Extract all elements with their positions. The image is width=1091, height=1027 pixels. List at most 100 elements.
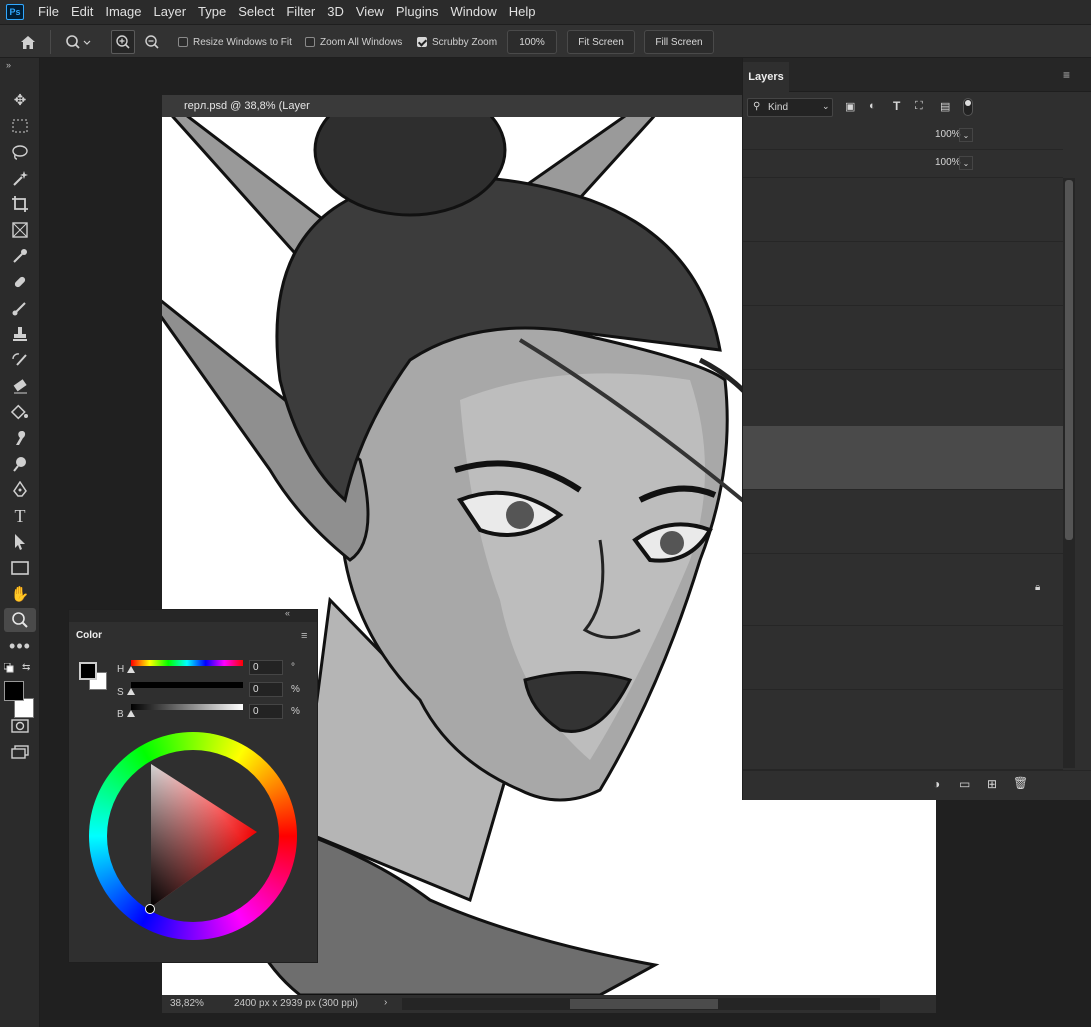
saturation-brightness-triangle[interactable] (149, 762, 259, 912)
brightness-value-field[interactable]: 0 (249, 704, 283, 719)
layer-filter-kind-select[interactable]: ⚲ Kind ⌄ (747, 98, 833, 117)
default-colors-icon[interactable] (3, 662, 14, 673)
layer-row-background[interactable]: 🔒︎ (743, 554, 1063, 626)
scrubby-zoom-checkbox[interactable]: Scrubby Zoom (417, 25, 497, 59)
zoom-percent-field[interactable]: 100% (507, 30, 557, 54)
menu-plugins[interactable]: Plugins (390, 0, 445, 24)
pixel-filter-icon[interactable]: ▣ (845, 100, 855, 113)
fit-screen-button[interactable]: Fit Screen (567, 30, 635, 54)
filter-toggle[interactable] (963, 98, 973, 116)
layer-row[interactable] (743, 178, 1063, 242)
foreground-color-swatch[interactable] (4, 681, 24, 701)
layer-row[interactable] (743, 306, 1063, 370)
smart-object-filter-icon[interactable]: ▤ (940, 100, 950, 113)
menu-help[interactable]: Help (503, 0, 542, 24)
eyedropper-tool-icon[interactable] (4, 244, 36, 268)
scrollbar-thumb[interactable] (1065, 180, 1073, 540)
brightness-slider-thumb[interactable] (127, 710, 135, 717)
crop-tool-icon[interactable] (4, 192, 36, 216)
hue-value-field[interactable]: 0 (249, 660, 283, 675)
fill-value[interactable]: 100% (935, 157, 961, 168)
layer-row[interactable] (743, 690, 1063, 770)
rectangle-tool-icon[interactable] (4, 556, 36, 580)
document-tab[interactable]: repл.psd @ 38,8% (Layer (162, 95, 742, 117)
brightness-slider[interactable] (131, 704, 243, 710)
home-icon[interactable] (12, 25, 44, 59)
panel-menu-icon[interactable]: ≡ (301, 630, 307, 642)
dodge-tool-icon[interactable] (4, 452, 36, 476)
zoom-all-windows-checkbox[interactable]: Zoom All Windows (305, 25, 402, 59)
tab-color[interactable]: Color (69, 622, 109, 648)
zoom-tool-icon[interactable] (4, 608, 36, 632)
menu-edit[interactable]: Edit (65, 0, 99, 24)
menu-window[interactable]: Window (444, 0, 502, 24)
new-group-icon[interactable]: ▭ (959, 777, 970, 791)
zoom-out-icon[interactable] (140, 25, 164, 59)
history-brush-tool-icon[interactable] (4, 348, 36, 372)
type-tool-icon[interactable]: T (4, 504, 36, 528)
menu-file[interactable]: File (32, 0, 65, 24)
hand-tool-icon[interactable]: ✋ (4, 582, 36, 606)
layer-row-selected[interactable] (743, 426, 1063, 490)
saturation-value-field[interactable]: 0 (249, 682, 283, 697)
menu-filter[interactable]: Filter (280, 0, 321, 24)
eraser-tool-icon[interactable] (4, 374, 36, 398)
menu-layer[interactable]: Layer (148, 0, 193, 24)
resize-windows-checkbox[interactable]: Resize Windows to Fit (178, 25, 292, 59)
hue-slider-thumb[interactable] (127, 666, 135, 673)
lasso-tool-icon[interactable] (4, 140, 36, 164)
menu-view[interactable]: View (350, 0, 390, 24)
healing-brush-tool-icon[interactable] (4, 270, 36, 294)
saturation-slider-thumb[interactable] (127, 688, 135, 695)
more-tools-icon[interactable]: ••• (4, 634, 36, 658)
adjustment-filter-icon[interactable]: ◐ (869, 100, 876, 112)
menu-type[interactable]: Type (192, 0, 232, 24)
move-tool-icon[interactable]: ✥ (4, 88, 36, 112)
collapse-icon[interactable]: » (6, 60, 11, 70)
opacity-dropdown-icon[interactable]: ⌄ (959, 128, 973, 142)
marquee-tool-icon[interactable] (4, 114, 36, 138)
fill-screen-button[interactable]: Fill Screen (644, 30, 714, 54)
zoom-in-icon[interactable] (111, 30, 135, 54)
hue-slider[interactable] (131, 660, 243, 666)
frame-tool-icon[interactable] (4, 218, 36, 242)
horizontal-scrollbar[interactable] (402, 998, 880, 1010)
menu-select[interactable]: Select (232, 0, 280, 24)
fill-dropdown-icon[interactable]: ⌄ (959, 156, 973, 170)
layers-scrollbar[interactable] (1063, 178, 1075, 768)
screen-mode-icon[interactable] (4, 740, 36, 764)
brush-tool-icon[interactable] (4, 296, 36, 320)
smudge-tool-icon[interactable] (4, 426, 36, 450)
menu-image[interactable]: Image (99, 0, 147, 24)
layer-row[interactable] (743, 242, 1063, 306)
paint-bucket-tool-icon[interactable] (4, 400, 36, 424)
zoom-tool-preset-picker[interactable] (56, 25, 100, 59)
collapse-icon[interactable]: « (285, 608, 290, 618)
layer-row[interactable] (743, 370, 1063, 434)
delete-layer-icon[interactable]: 🗑︎ (1013, 776, 1028, 790)
status-chevron-icon[interactable]: › (384, 997, 387, 1008)
new-layer-icon[interactable]: ⊞ (987, 777, 997, 791)
zoom-level[interactable]: 38,82% (170, 998, 204, 1009)
clone-stamp-tool-icon[interactable] (4, 322, 36, 346)
menu-3d[interactable]: 3D (321, 0, 350, 24)
tab-layers[interactable]: Layers (743, 62, 789, 92)
scrollbar-thumb[interactable] (570, 999, 718, 1009)
swap-colors-icon[interactable]: ⇆ (22, 662, 34, 674)
adjustment-layer-icon[interactable]: ◑ (933, 777, 940, 791)
panel-drag-bar[interactable]: « (69, 608, 317, 622)
layer-row[interactable] (743, 490, 1063, 554)
magic-wand-tool-icon[interactable] (4, 166, 36, 190)
photoshop-logo[interactable]: Ps (6, 4, 24, 20)
opacity-value[interactable]: 100% (935, 129, 961, 140)
saturation-slider[interactable] (131, 682, 243, 688)
color-picker-handle[interactable] (145, 904, 155, 914)
shape-filter-icon[interactable]: ⛶ (915, 100, 923, 113)
layer-row[interactable] (743, 626, 1063, 690)
foreground-color-swatch[interactable] (79, 662, 97, 680)
quick-mask-icon[interactable] (4, 714, 36, 738)
path-selection-tool-icon[interactable] (4, 530, 36, 554)
pen-tool-icon[interactable] (4, 478, 36, 502)
type-filter-icon[interactable]: T (893, 99, 900, 113)
panel-menu-icon[interactable]: ≡ (1063, 68, 1070, 82)
